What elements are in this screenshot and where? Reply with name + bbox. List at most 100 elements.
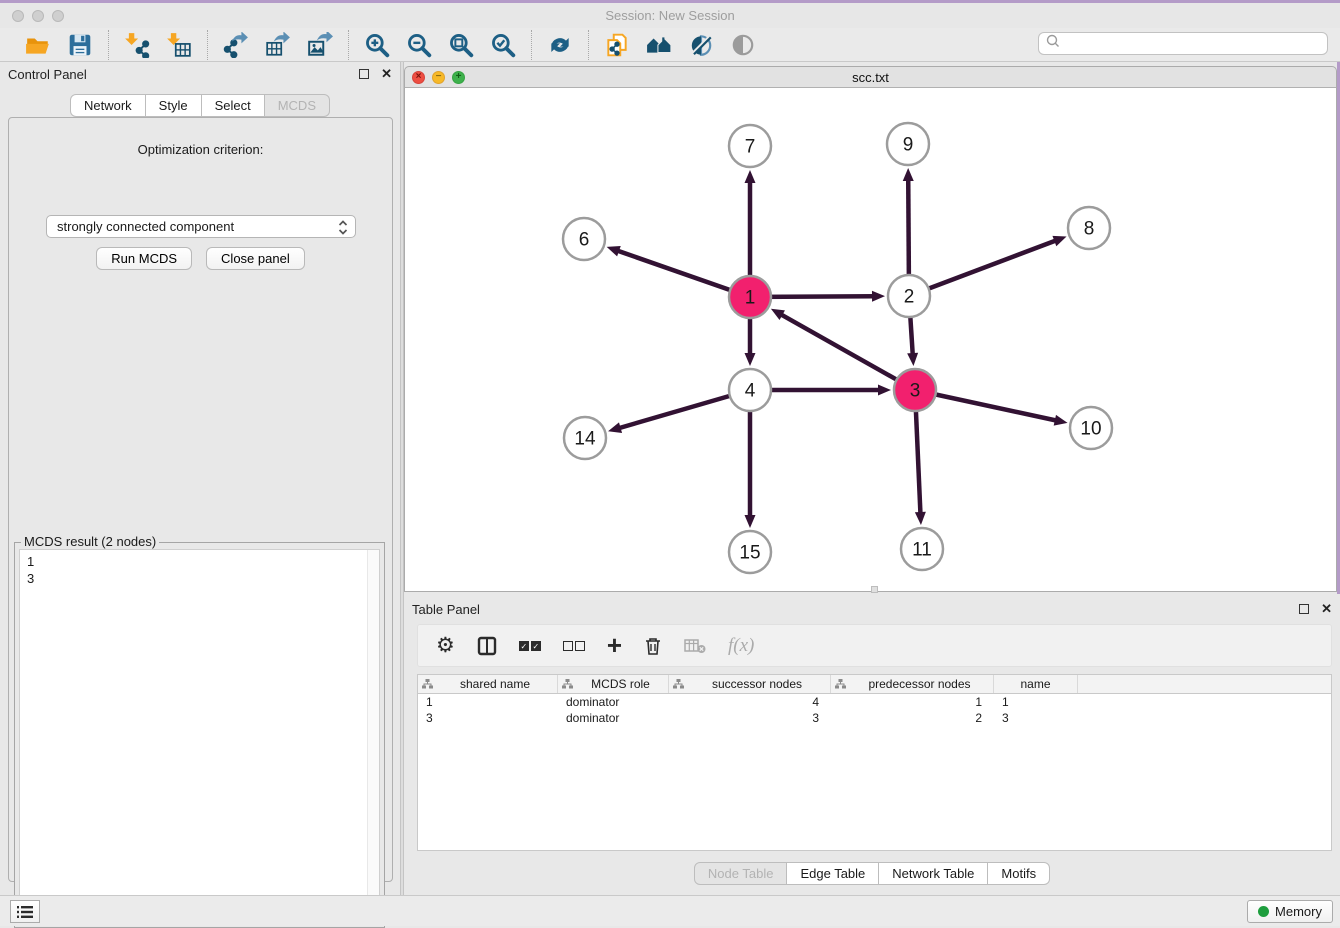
clone-network-icon[interactable] — [603, 31, 631, 59]
graph-node-6[interactable]: 6 — [563, 218, 605, 260]
mcds-result-list[interactable]: 13 — [19, 549, 380, 923]
list-icon — [17, 905, 33, 919]
graph-node-15[interactable]: 15 — [729, 531, 771, 573]
open-file-icon[interactable] — [24, 31, 52, 59]
svg-text:4: 4 — [745, 381, 756, 402]
table-toolbar: ⚙✓✓+f(x) — [417, 624, 1332, 667]
graph-arrowhead-1-4 — [745, 353, 756, 366]
column-header-predecessor-nodes[interactable]: predecessor nodes — [831, 675, 994, 693]
zoom-in-icon[interactable] — [363, 31, 391, 59]
save-session-icon[interactable] — [66, 31, 94, 59]
graph-node-1[interactable]: 1 — [729, 276, 771, 318]
graph-arrowhead-1-7 — [745, 170, 756, 183]
column-header-name[interactable]: name — [994, 675, 1078, 693]
table-row[interactable]: 3dominator323 — [418, 710, 1331, 726]
svg-text:2: 2 — [904, 287, 915, 308]
tab-edge-table[interactable]: Edge Table — [787, 862, 879, 885]
task-history-button[interactable] — [10, 900, 40, 923]
criterion-dropdown[interactable]: strongly connected component — [46, 215, 356, 238]
svg-text:8: 8 — [1084, 219, 1095, 240]
node-table-body: 1dominator4113dominator323 — [418, 694, 1331, 726]
float-panel-icon[interactable] — [359, 69, 369, 79]
export-image-icon[interactable] — [306, 31, 334, 59]
graph-arrowhead-3-10 — [1054, 415, 1068, 426]
search-box[interactable] — [1038, 32, 1328, 55]
graph-node-14[interactable]: 14 — [564, 417, 606, 459]
delete-column-icon[interactable] — [644, 636, 662, 656]
graph-arrowhead-4-15 — [745, 515, 756, 528]
table-cell[interactable]: 1 — [831, 694, 994, 710]
table-row[interactable]: 1dominator411 — [418, 694, 1331, 710]
memory-label: Memory — [1275, 904, 1322, 919]
zoom-selected-icon[interactable] — [489, 31, 517, 59]
float-table-panel-icon[interactable] — [1299, 604, 1309, 614]
graph-node-11[interactable]: 11 — [901, 528, 943, 570]
control-panel-title: Control Panel — [8, 67, 87, 82]
tab-node-table[interactable]: Node Table — [694, 862, 788, 885]
table-cell[interactable]: 1 — [994, 694, 1078, 710]
graph-arrowhead-2-9 — [903, 168, 914, 181]
graph-node-7[interactable]: 7 — [729, 125, 771, 167]
split-view-icon[interactable] — [477, 636, 497, 656]
column-header-MCDS-role[interactable]: MCDS role — [558, 675, 669, 693]
search-input[interactable] — [1061, 35, 1327, 53]
gear-icon[interactable]: ⚙ — [436, 635, 455, 656]
zoom-out-icon[interactable] — [405, 31, 433, 59]
canvas-resize-grip[interactable] — [871, 586, 878, 593]
table-cell[interactable]: 3 — [418, 710, 558, 726]
close-table-panel-icon[interactable]: ✕ — [1321, 601, 1332, 617]
graph-edge-3-1[interactable] — [780, 314, 915, 390]
graph-arrowhead-4-14 — [608, 422, 622, 433]
tab-mcds[interactable]: MCDS — [265, 94, 330, 117]
graph-arrowhead-1-6 — [607, 246, 621, 256]
mcds-result-line[interactable]: 1 — [27, 553, 379, 570]
tab-network[interactable]: Network — [70, 94, 146, 117]
graph-node-2[interactable]: 2 — [888, 275, 930, 317]
tab-network-table[interactable]: Network Table — [879, 862, 988, 885]
network-window-titlebar[interactable]: × − + scc.txt — [404, 66, 1337, 88]
network-canvas[interactable]: 7 9 6 8 1 2 4 3 14 10 15 11 — [404, 88, 1337, 592]
refresh-icon[interactable] — [546, 31, 574, 59]
column-header-shared-name[interactable]: shared name — [418, 675, 558, 693]
graph-node-9[interactable]: 9 — [887, 123, 929, 165]
import-network-icon[interactable] — [123, 31, 151, 59]
tab-motifs[interactable]: Motifs — [988, 862, 1050, 885]
deselect-all-icon[interactable] — [563, 641, 585, 651]
home-icon[interactable] — [645, 31, 673, 59]
app-titlebar: Session: New Session — [0, 3, 1340, 28]
graph-arrowhead-1-2 — [872, 291, 885, 302]
show-graphics-details-icon[interactable] — [687, 31, 715, 59]
mcds-result-line[interactable]: 3 — [27, 570, 379, 587]
add-column-icon[interactable]: + — [607, 635, 622, 656]
table-cell[interactable]: 2 — [831, 710, 994, 726]
graph-node-3[interactable]: 3 — [894, 369, 936, 411]
eye-icon[interactable] — [729, 31, 757, 59]
table-cell[interactable]: 3 — [669, 710, 831, 726]
graph-node-4[interactable]: 4 — [729, 369, 771, 411]
tab-select[interactable]: Select — [202, 94, 265, 117]
import-table-icon[interactable] — [165, 31, 193, 59]
table-cell[interactable]: 3 — [994, 710, 1078, 726]
export-network-icon[interactable] — [222, 31, 250, 59]
memory-status-dot — [1258, 906, 1269, 917]
column-header-successor-nodes[interactable]: successor nodes — [669, 675, 831, 693]
export-table-icon[interactable] — [264, 31, 292, 59]
close-panel-icon[interactable]: ✕ — [381, 66, 392, 82]
status-bar: Memory — [0, 895, 1340, 926]
table-cell[interactable]: 1 — [418, 694, 558, 710]
zoom-fit-icon[interactable] — [447, 31, 475, 59]
control-panel-header: Control Panel ✕ — [0, 62, 400, 86]
graph-edge-2-8[interactable] — [909, 240, 1056, 296]
graph-node-8[interactable]: 8 — [1068, 207, 1110, 249]
tab-style[interactable]: Style — [146, 94, 202, 117]
select-all-icon[interactable]: ✓✓ — [519, 641, 541, 651]
run-mcds-button[interactable]: Run MCDS — [96, 247, 192, 270]
graph-node-10[interactable]: 10 — [1070, 407, 1112, 449]
memory-button[interactable]: Memory — [1247, 900, 1333, 923]
result-scrollbar[interactable] — [367, 550, 379, 922]
table-cell[interactable]: dominator — [558, 710, 669, 726]
table-cell[interactable]: dominator — [558, 694, 669, 710]
table-cell[interactable]: 4 — [669, 694, 831, 710]
close-panel-button[interactable]: Close panel — [206, 247, 305, 270]
svg-text:1: 1 — [745, 288, 756, 309]
